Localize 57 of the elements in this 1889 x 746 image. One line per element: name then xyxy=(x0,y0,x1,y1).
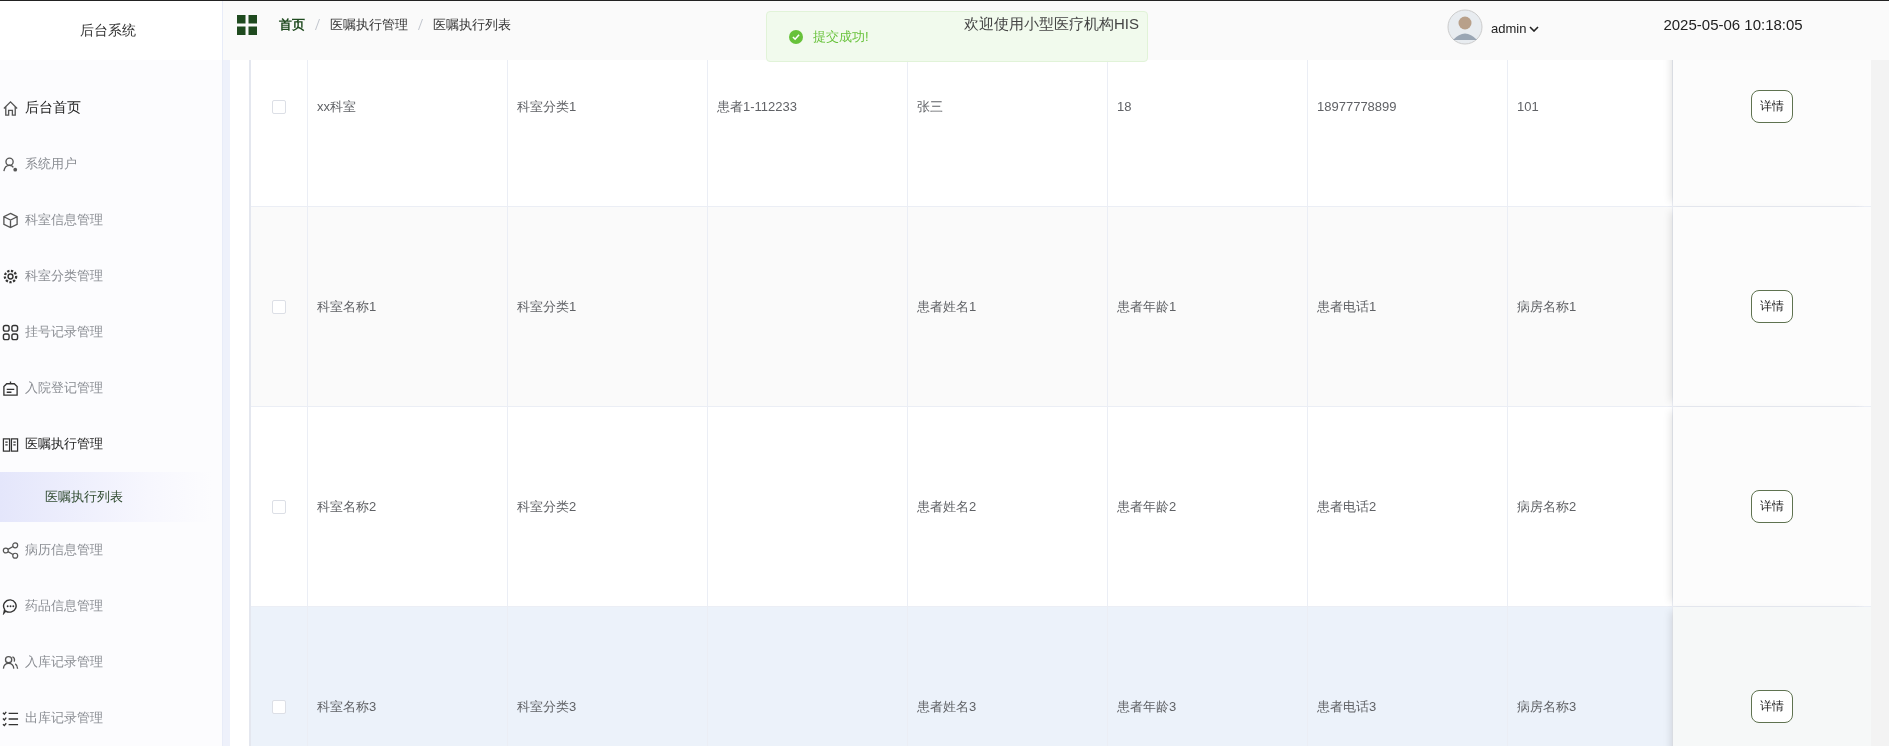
table-cell: 病房名称3 xyxy=(1517,697,1577,716)
chevron-down-icon xyxy=(1529,25,1540,32)
table-cell: 张三 xyxy=(917,97,943,116)
home-icon xyxy=(2,99,19,117)
table-cell: 病房名称2 xyxy=(1517,497,1577,516)
user-icon xyxy=(2,155,19,173)
welcome-text: 欢迎使用小型医疗机构HIS xyxy=(964,15,1140,34)
avatar[interactable] xyxy=(1447,8,1483,45)
details-button[interactable]: 详情 xyxy=(1751,690,1793,723)
table-cell: 科室分类3 xyxy=(517,697,577,716)
cube-icon xyxy=(2,211,19,229)
table-cell: 科室分类2 xyxy=(517,497,577,516)
table-cell: 患者电话2 xyxy=(1317,497,1377,516)
grid-icon xyxy=(2,323,19,341)
table-cell: 科室分类1 xyxy=(517,297,577,316)
details-button[interactable]: 详情 xyxy=(1751,90,1793,123)
table-cell: 病房名称1 xyxy=(1517,297,1577,316)
breadcrumb-link[interactable]: 医嘱执行列表 xyxy=(433,15,511,34)
check-circle-icon xyxy=(789,29,803,44)
table-cell: 患者姓名3 xyxy=(917,697,977,716)
row-checkbox[interactable] xyxy=(272,99,286,114)
table-cell: 患者年龄3 xyxy=(1117,697,1177,716)
table-cell: 101 xyxy=(1517,99,1539,114)
table-cell: 患者姓名1 xyxy=(917,297,977,316)
gear-icon xyxy=(2,267,19,285)
table-cell: 患者姓名2 xyxy=(917,497,977,516)
table-cell: 患者电话3 xyxy=(1317,697,1377,716)
signboard-icon xyxy=(2,379,19,397)
user-menu[interactable]: admin xyxy=(1491,21,1540,36)
row-checkbox[interactable] xyxy=(272,699,286,714)
toast-message: 提交成功! xyxy=(813,27,869,46)
chat-icon xyxy=(2,597,19,615)
table-cell: xx科室 xyxy=(317,97,356,116)
breadcrumb-link[interactable]: 首页 xyxy=(279,15,305,34)
table-cell: 患者年龄1 xyxy=(1117,297,1177,316)
table-cell: 患者电话1 xyxy=(1317,297,1377,316)
checklist-icon xyxy=(2,709,19,727)
table-cell: 患者年龄2 xyxy=(1117,497,1177,516)
table-cell: 科室名称2 xyxy=(317,497,377,516)
share-icon xyxy=(2,541,19,559)
menu-item[interactable]: 后台首页 xyxy=(0,80,222,136)
details-button[interactable]: 详情 xyxy=(1751,290,1793,323)
users-icon xyxy=(2,653,19,671)
row-checkbox[interactable] xyxy=(272,499,286,514)
grid-icon[interactable] xyxy=(237,14,257,35)
table-cell: 18 xyxy=(1117,99,1132,114)
table-cell: 18977778899 xyxy=(1317,99,1397,114)
table-cell: 科室分类1 xyxy=(517,97,577,116)
table-cell: 科室名称3 xyxy=(317,697,377,716)
book-icon xyxy=(2,435,19,453)
row-checkbox[interactable] xyxy=(272,299,286,314)
breadcrumb-link[interactable]: 医嘱执行管理 xyxy=(330,15,408,34)
table-cell: 科室名称1 xyxy=(317,297,377,316)
details-button[interactable]: 详情 xyxy=(1751,490,1793,523)
date-time: 2025-05-06 10:18:05 xyxy=(1663,16,1803,33)
menu-item[interactable]: 医嘱执行管理 xyxy=(0,416,222,472)
table-cell: 患者1-112233 xyxy=(717,97,797,116)
